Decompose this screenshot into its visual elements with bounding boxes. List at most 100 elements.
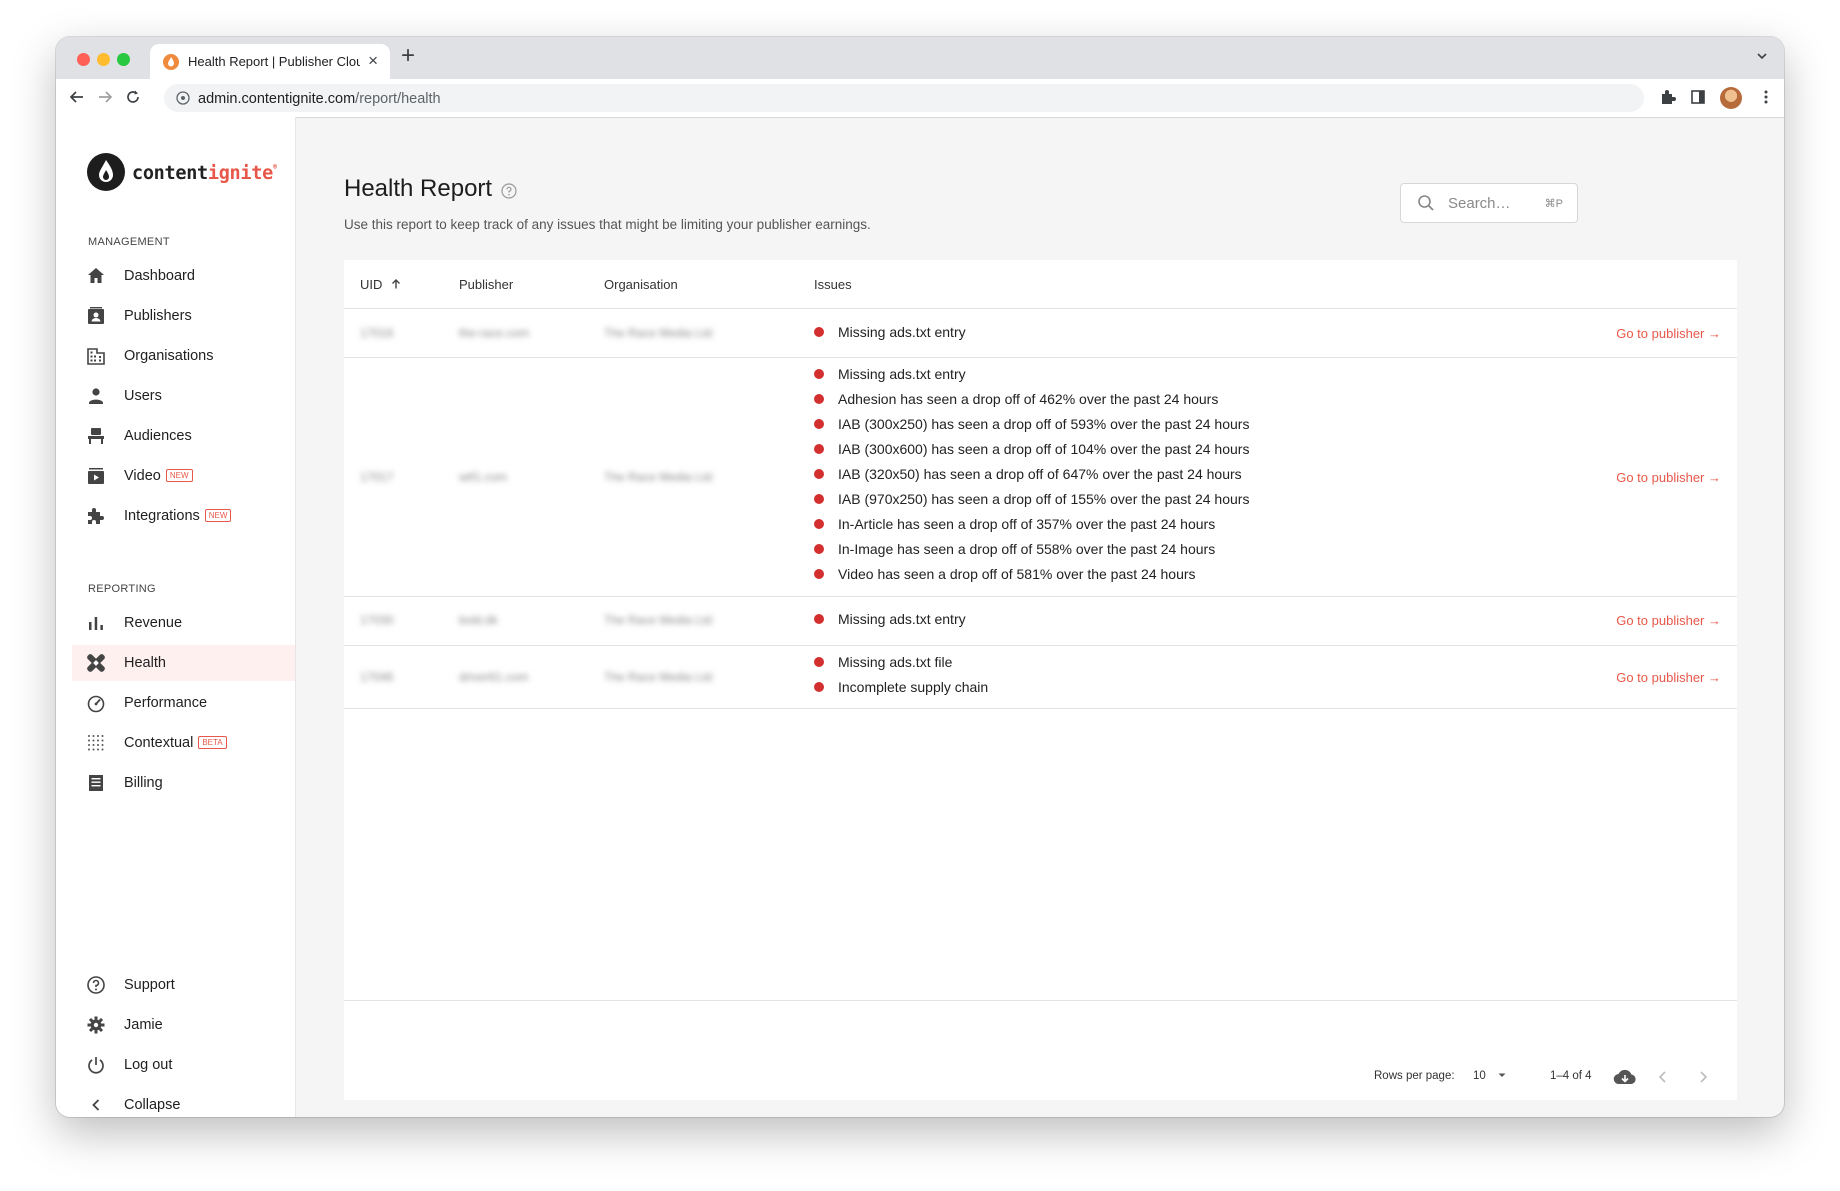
sidebar-item-label: Collapse	[124, 1097, 181, 1113]
url-text: admin.contentignite.com/report/health	[198, 91, 441, 107]
new-tab-button[interactable]: +	[401, 42, 415, 70]
zoom-window-button[interactable]	[117, 53, 130, 66]
sidebar-item-performance[interactable]: Performance	[72, 685, 295, 721]
close-tab-icon[interactable]: ×	[368, 51, 378, 71]
uid-cell: 17030	[360, 613, 394, 627]
audience-icon	[88, 428, 104, 444]
table-footer-divider	[344, 1000, 1737, 1001]
column-header-organisation[interactable]: Organisation	[604, 277, 678, 292]
sidebar-item-collapse[interactable]: Collapse	[72, 1087, 295, 1117]
next-page-icon[interactable]	[1697, 1070, 1709, 1084]
issue-text: Missing ads.txt entry	[838, 611, 966, 627]
issue-dot	[814, 419, 824, 429]
issue-text: Missing ads.txt file	[838, 654, 953, 670]
cloud-download-icon[interactable]	[1613, 1068, 1637, 1086]
issue-text: Missing ads.txt entry	[838, 366, 966, 382]
sidebar-item-video[interactable]: Video NEW	[72, 458, 295, 494]
column-header-issues[interactable]: Issues	[814, 277, 852, 292]
issue-dot	[814, 657, 824, 667]
site-info-icon[interactable]	[176, 91, 190, 105]
sidebar-item-label: Video NEW	[124, 468, 193, 484]
issue-dot	[814, 519, 824, 529]
go-to-publisher-link[interactable]: Go to publisher →	[1616, 670, 1721, 685]
sidebar-item-logout[interactable]: Log out	[72, 1047, 295, 1083]
gear-icon	[87, 1016, 105, 1034]
help-icon[interactable]	[501, 183, 517, 199]
sidebar-item-dashboard[interactable]: Dashboard	[72, 258, 295, 294]
chevron-down-icon[interactable]	[1756, 50, 1768, 62]
video-label: Video	[124, 468, 161, 484]
side-panel-icon[interactable]	[1690, 89, 1706, 105]
go-to-publisher-link[interactable]: Go to publisher →	[1616, 613, 1721, 628]
speedometer-icon	[87, 695, 105, 713]
puzzle-icon	[88, 508, 104, 524]
rows-per-page-value: 10	[1473, 1070, 1486, 1082]
page-description: Use this report to keep track of any iss…	[344, 217, 871, 232]
column-header-publisher[interactable]: Publisher	[459, 277, 513, 292]
url-host: admin.contentignite.com	[198, 91, 356, 107]
bar-chart-icon	[89, 617, 103, 630]
issue-dot	[814, 394, 824, 404]
close-window-button[interactable]	[77, 53, 90, 66]
issue-dot	[814, 569, 824, 579]
url-path: /report/health	[355, 91, 441, 107]
sidebar-item-audiences[interactable]: Audiences	[72, 418, 295, 454]
minimize-window-button[interactable]	[97, 53, 110, 66]
sidebar-item-publishers[interactable]: Publishers	[72, 298, 295, 334]
sidebar-item-integrations[interactable]: Integrations NEW	[72, 498, 295, 534]
sidebar-item-revenue[interactable]: Revenue	[72, 605, 295, 641]
previous-page-icon[interactable]	[1657, 1070, 1669, 1084]
reporting-section-label: REPORTING	[88, 583, 156, 595]
sidebar-item-label: Contextual BETA	[124, 735, 227, 751]
tab-strip: Health Report | Publisher Cloud × +	[56, 37, 1784, 79]
go-to-publisher-link[interactable]: Go to publisher →	[1616, 326, 1721, 341]
registered-mark: ®	[272, 163, 277, 171]
sidebar-item-support[interactable]: Support	[72, 967, 295, 1003]
uid-cell: 17046	[360, 670, 394, 684]
beta-badge: BETA	[198, 736, 227, 749]
sidebar-item-organisations[interactable]: Organisations	[72, 338, 295, 374]
home-icon	[88, 268, 104, 283]
rows-per-page-label: Rows per page:	[1374, 1070, 1455, 1082]
issue-text: Adhesion has seen a drop off of 462% ove…	[838, 391, 1219, 407]
extensions-puzzle-icon[interactable]	[1660, 89, 1676, 105]
back-arrow-icon[interactable]	[68, 88, 86, 106]
sidebar: contentignite® MANAGEMENT Dashboard Publ…	[56, 117, 296, 1117]
issue-text: In-Article has seen a drop off of 357% o…	[838, 516, 1216, 532]
organisation-cell: The Race Media Ltd	[604, 670, 713, 684]
column-header-uid[interactable]: UID	[360, 277, 402, 292]
go-to-publisher-link[interactable]: Go to publisher →	[1616, 470, 1721, 485]
browser-window: Health Report | Publisher Cloud × + admi…	[56, 37, 1784, 1117]
search-placeholder: Search…	[1448, 195, 1511, 212]
reload-icon[interactable]	[124, 88, 142, 106]
sidebar-item-account[interactable]: Jamie	[72, 1007, 295, 1043]
sidebar-item-label: Revenue	[124, 615, 183, 631]
pagination-range: 1–4 of 4	[1550, 1070, 1592, 1082]
publisher-cell: wtf1.com	[459, 470, 508, 484]
address-bar[interactable]: admin.contentignite.com/report/health	[164, 84, 1644, 112]
caret-down-icon	[1498, 1073, 1506, 1077]
logo-word-part2: ignite	[207, 163, 273, 184]
browser-tab[interactable]: Health Report | Publisher Cloud ×	[150, 44, 390, 79]
forward-arrow-icon[interactable]	[96, 88, 114, 106]
rows-per-page-select[interactable]: 10	[1473, 1070, 1507, 1082]
dot-grid-icon	[88, 735, 104, 751]
search-input[interactable]: Search… ⌘P	[1400, 183, 1578, 223]
issue-dot	[814, 682, 824, 692]
issue-text: IAB (320x50) has seen a drop off of 647%…	[838, 466, 1242, 482]
profile-avatar[interactable]	[1720, 87, 1742, 109]
search-icon	[1418, 195, 1434, 211]
sidebar-item-contextual[interactable]: Contextual BETA	[72, 725, 295, 761]
tab-title: Health Report | Publisher Cloud	[188, 54, 360, 69]
video-icon	[88, 468, 104, 484]
sidebar-item-billing[interactable]: Billing	[72, 765, 295, 801]
sort-ascending-icon[interactable]	[390, 278, 402, 290]
issue-dot	[814, 544, 824, 554]
kebab-menu-icon[interactable]	[1764, 89, 1768, 105]
publisher-cell: bold.dk	[459, 613, 498, 627]
issue-dot	[814, 494, 824, 504]
sidebar-item-users[interactable]: Users	[72, 378, 295, 414]
issue-dot	[814, 444, 824, 454]
issue-dot	[814, 327, 824, 337]
sidebar-item-health[interactable]: Health	[72, 645, 295, 681]
